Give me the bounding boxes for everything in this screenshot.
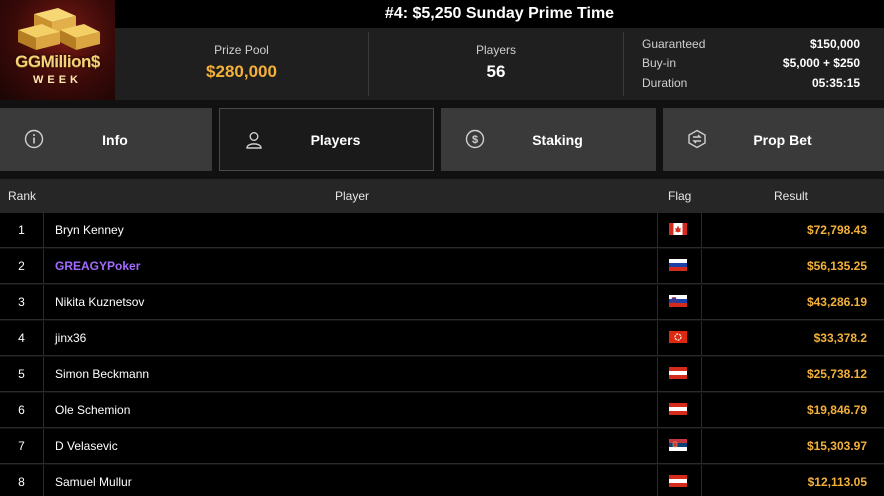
row-player-name[interactable]: GREAGYPoker xyxy=(55,249,140,283)
guaranteed-label: Guaranteed xyxy=(642,37,706,51)
column-result[interactable]: Result xyxy=(774,189,808,203)
tab-staking[interactable]: $ Staking xyxy=(441,108,656,171)
cell-divider xyxy=(701,429,702,464)
row-rank: 1 xyxy=(18,223,25,237)
row-rank: 2 xyxy=(18,259,25,273)
cell-divider xyxy=(701,285,702,320)
cell-divider xyxy=(43,357,44,392)
canada-flag-icon xyxy=(669,223,687,235)
stats-divider xyxy=(623,32,624,96)
row-result: $43,286.19 xyxy=(806,295,867,309)
row-result: $12,113.05 xyxy=(807,475,867,489)
duration-label: Duration xyxy=(642,76,688,90)
row-rank: 5 xyxy=(18,367,25,381)
cell-divider xyxy=(701,393,702,428)
ggmillions-week-logo: GGMillion$ WEEK xyxy=(0,0,115,100)
cell-divider xyxy=(43,393,44,428)
table-row[interactable]: 2 GREAGYPoker $56,135.25 xyxy=(0,249,884,284)
row-rank: 7 xyxy=(18,439,25,453)
prize-pool-value: $280,000 xyxy=(206,62,277,81)
cell-divider xyxy=(701,357,702,392)
row-rank: 3 xyxy=(18,295,25,309)
table-row[interactable]: 8 Samuel Mullur $12,113.05 xyxy=(0,465,884,496)
svg-text:$: $ xyxy=(472,134,478,146)
slovenia-flag-icon xyxy=(669,295,687,307)
cell-divider xyxy=(657,285,658,320)
row-result: $72,798.43 xyxy=(806,223,867,237)
duration-value: 05:35:15 xyxy=(811,76,860,90)
cell-divider xyxy=(43,429,44,464)
tournament-title-bar: #4: $5,250 Sunday Prime Time xyxy=(115,0,884,28)
cell-divider xyxy=(43,321,44,356)
dollar-coin-icon: $ xyxy=(465,129,485,149)
row-result: $33,378.2 xyxy=(813,331,867,345)
results-table-header: Rank Player Flag Result xyxy=(0,179,884,213)
tournament-tabs: Info Players $ Staking Prop Bet xyxy=(0,108,884,171)
cell-divider xyxy=(43,465,44,496)
row-rank: 6 xyxy=(18,403,25,417)
row-player-name[interactable]: Simon Beckmann xyxy=(55,357,149,391)
players-label: Players xyxy=(475,43,516,57)
table-row[interactable]: 5 Simon Beckmann $25,738.12 xyxy=(0,357,884,392)
user-icon xyxy=(246,132,262,149)
row-player-name[interactable]: Bryn Kenney xyxy=(55,213,124,247)
prize-pool-label: Prize Pool xyxy=(214,43,269,57)
cell-divider xyxy=(657,429,658,464)
russia-flag-icon xyxy=(669,259,687,271)
logo-subtitle-text: WEEK xyxy=(33,74,82,86)
tab-info[interactable]: Info xyxy=(0,108,212,171)
players-stat: Players 56 xyxy=(369,32,623,96)
austria-flag-icon xyxy=(669,475,687,487)
column-rank[interactable]: Rank xyxy=(8,189,36,203)
austria-flag-icon xyxy=(669,367,687,379)
cell-divider xyxy=(657,213,658,248)
row-player-name[interactable]: Samuel Mullur xyxy=(55,465,132,496)
table-row[interactable]: 4 jinx36 $33,378.2 xyxy=(0,321,884,356)
buyin-value: $5,000 + $250 xyxy=(782,56,860,70)
cell-divider xyxy=(701,321,702,356)
logo-brand-text: GGMillion$ xyxy=(15,52,100,71)
cell-divider xyxy=(657,357,658,392)
row-player-name[interactable]: D Velasevic xyxy=(55,429,118,463)
column-flag[interactable]: Flag xyxy=(668,189,691,203)
cell-divider xyxy=(43,249,44,284)
table-row[interactable]: 3 Nikita Kuznetsov $43,286.19 xyxy=(0,285,884,320)
prop-bet-icon xyxy=(688,129,706,149)
tab-prop-bet[interactable]: Prop Bet xyxy=(663,108,884,171)
gold-bars-icon xyxy=(18,8,100,50)
cell-divider xyxy=(657,249,658,284)
guaranteed-value: $150,000 xyxy=(809,37,860,51)
tab-players[interactable]: Players xyxy=(219,108,434,171)
prize-pool-stat: Prize Pool $280,000 xyxy=(115,32,368,96)
players-value: 56 xyxy=(486,62,506,81)
cell-divider xyxy=(701,213,702,248)
serbia-flag-icon xyxy=(669,439,687,451)
cell-divider xyxy=(43,213,44,248)
cell-divider xyxy=(657,321,658,356)
cell-divider xyxy=(657,393,658,428)
row-player-name[interactable]: Nikita Kuznetsov xyxy=(55,285,144,319)
cell-divider xyxy=(43,285,44,320)
table-row[interactable]: 7 D Velasevic $15,303.97 xyxy=(0,429,884,464)
cell-divider xyxy=(701,465,702,496)
row-player-name[interactable]: Ole Schemion xyxy=(55,393,130,427)
row-rank: 8 xyxy=(18,475,25,489)
info-icon xyxy=(24,129,44,149)
row-result: $25,738.12 xyxy=(806,367,867,381)
cell-divider xyxy=(701,249,702,284)
tournament-title: #4: $5,250 Sunday Prime Time xyxy=(384,5,615,22)
column-player[interactable]: Player xyxy=(335,189,369,203)
table-row[interactable]: 1 Bryn Kenney $72,798.43 xyxy=(0,213,884,248)
table-row[interactable]: 6 Ole Schemion $19,846.79 xyxy=(0,393,884,428)
row-result: $15,303.97 xyxy=(806,439,867,453)
row-rank: 4 xyxy=(18,331,25,345)
row-result: $19,846.79 xyxy=(806,403,867,417)
hong-kong-flag-icon xyxy=(669,331,687,343)
austria-flag-icon xyxy=(669,403,687,415)
tournament-stats-panel: Prize Pool $280,000 Players 56 Guarantee… xyxy=(115,28,884,100)
cell-divider xyxy=(657,465,658,496)
buyin-label: Buy-in xyxy=(642,56,677,70)
row-player-name[interactable]: jinx36 xyxy=(55,321,86,355)
row-result: $56,135.25 xyxy=(806,259,867,273)
